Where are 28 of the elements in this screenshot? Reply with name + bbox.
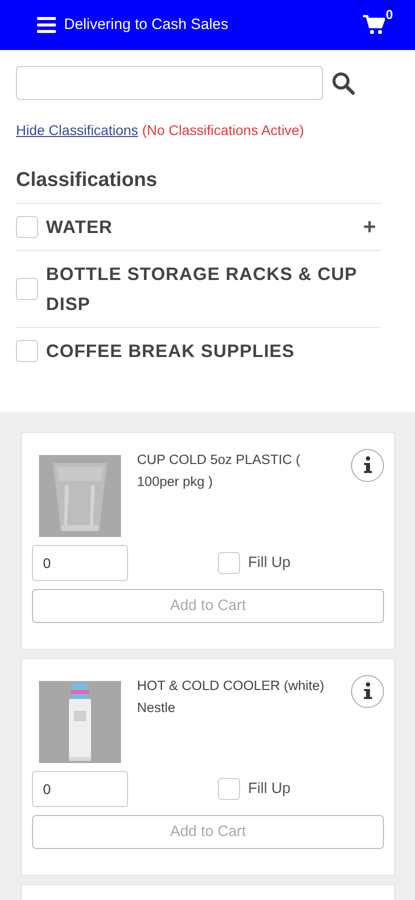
- checkbox[interactable]: [218, 552, 240, 574]
- checkbox[interactable]: [16, 216, 38, 238]
- fill-up-label: Fill Up: [248, 778, 291, 799]
- section-heading: Classifications: [16, 168, 158, 193]
- classification-label[interactable]: BOTTLE STORAGE RACKS & CUP DISP: [46, 259, 382, 319]
- quantity-field[interactable]: 0: [32, 771, 128, 807]
- quantity-field[interactable]: 0: [32, 545, 128, 581]
- product-name: CUP COLD 5oz PLASTIC ( 100per pkg ): [137, 451, 302, 491]
- info-button[interactable]: [351, 675, 384, 708]
- classification-label[interactable]: COFFEE BREAK SUPPLIES: [46, 336, 382, 366]
- checkbox[interactable]: [16, 278, 38, 300]
- menu-icon[interactable]: [37, 17, 56, 33]
- product-name: HOT & COLD COOLER (white) Nestle: [137, 677, 326, 717]
- expand-button[interactable]: +: [357, 216, 382, 238]
- info-icon: [362, 456, 372, 474]
- cart-count: 0: [386, 6, 393, 24]
- search-field[interactable]: [16, 66, 323, 100]
- hide-classifications-link[interactable]: Hide Classifications: [16, 120, 138, 141]
- classification-label[interactable]: WATER: [46, 212, 350, 242]
- fill-up-label: Fill Up: [248, 552, 291, 573]
- info-button[interactable]: [351, 449, 384, 482]
- checkbox[interactable]: [16, 340, 38, 362]
- info-icon: [362, 682, 372, 700]
- status-text: (No Classifications Active): [142, 121, 304, 140]
- search-icon[interactable]: [331, 71, 355, 95]
- cart-icon[interactable]: [363, 14, 385, 35]
- checkbox[interactable]: [218, 778, 240, 800]
- delivery-title: Delivering to Cash Sales: [64, 14, 228, 35]
